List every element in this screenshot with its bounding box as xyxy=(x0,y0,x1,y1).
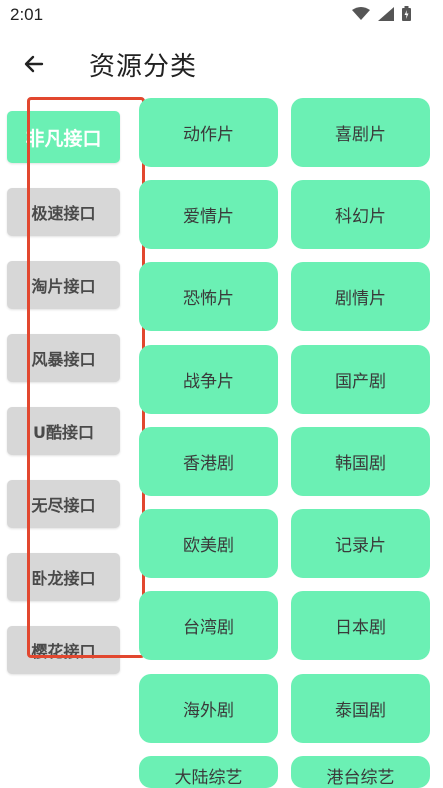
status-bar: 2:01 xyxy=(0,0,443,30)
category-korean-series[interactable]: 韩国剧 xyxy=(291,427,430,496)
sidebar-item-taopian[interactable]: 淘片接口 xyxy=(7,261,120,309)
category-western-series[interactable]: 欧美剧 xyxy=(139,509,278,578)
app-bar: 资源分类 xyxy=(0,40,443,90)
category-romance[interactable]: 爱情片 xyxy=(139,180,278,249)
category-mainland-variety[interactable]: 大陆综艺 xyxy=(139,756,278,788)
category-war[interactable]: 战争片 xyxy=(139,345,278,414)
category-hongkong-series[interactable]: 香港剧 xyxy=(139,427,278,496)
category-thai-series[interactable]: 泰国剧 xyxy=(291,674,430,743)
category-domestic-series[interactable]: 国产剧 xyxy=(291,345,430,414)
sidebar-item-uku[interactable]: U酷接口 xyxy=(7,407,120,455)
sidebar-item-wolong[interactable]: 卧龙接口 xyxy=(7,553,120,601)
category-comedy[interactable]: 喜剧片 xyxy=(291,98,430,167)
wifi-icon xyxy=(352,6,370,21)
category-horror[interactable]: 恐怖片 xyxy=(139,262,278,331)
category-taiwan-series[interactable]: 台湾剧 xyxy=(139,591,278,660)
status-time: 2:01 xyxy=(10,5,44,24)
signal-icon xyxy=(378,6,394,21)
sidebar-item-wujin[interactable]: 无尽接口 xyxy=(7,480,120,528)
category-documentary[interactable]: 记录片 xyxy=(291,509,430,578)
sidebar-item-yinghua[interactable]: 樱花接口 xyxy=(7,626,120,674)
category-scifi[interactable]: 科幻片 xyxy=(291,180,430,249)
arrow-left-icon xyxy=(22,52,46,80)
back-button[interactable] xyxy=(16,48,52,84)
page-title: 资源分类 xyxy=(89,52,198,82)
category-overseas-series[interactable]: 海外剧 xyxy=(139,674,278,743)
sidebar-item-fengbao[interactable]: 风暴接口 xyxy=(7,334,120,382)
category-hk-tw-variety[interactable]: 港台综艺 xyxy=(291,756,430,788)
category-japanese-series[interactable]: 日本剧 xyxy=(291,591,430,660)
category-drama[interactable]: 剧情片 xyxy=(291,262,430,331)
category-action[interactable]: 动作片 xyxy=(139,98,278,167)
battery-icon xyxy=(402,6,411,21)
sidebar-item-jisu[interactable]: 极速接口 xyxy=(7,188,120,236)
status-icons xyxy=(352,6,411,21)
sidebar-item-feifan[interactable]: 非凡接口 xyxy=(7,111,120,163)
